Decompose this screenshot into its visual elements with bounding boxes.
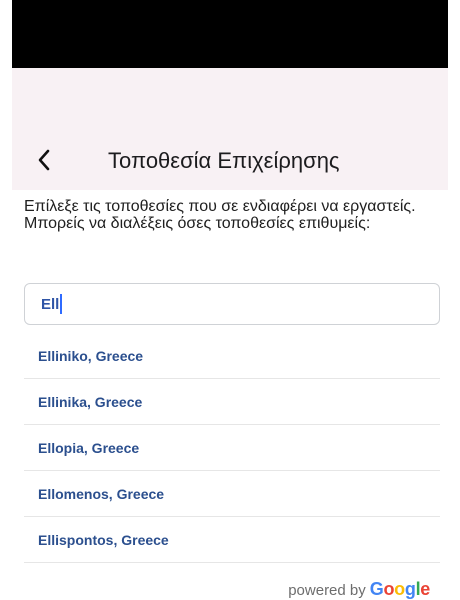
back-button[interactable] [30,146,58,174]
google-logo-letter: o [383,579,395,599]
instructions-text: Επίλεξε τις τοποθεσίες που σε ενδιαφέρει… [24,198,416,232]
google-logo: Google [369,579,431,600]
text-caret [60,294,63,314]
location-search-input[interactable]: Ell [24,283,440,325]
search-input-value: Ell [41,295,60,313]
google-logo-letter: o [394,579,405,599]
powered-by-google: powered by Google [288,579,430,600]
suggestion-item[interactable]: Ellopia, Greece [24,425,440,471]
google-logo-letter: e [420,579,430,599]
suggestion-item[interactable]: Ellispontos, Greece [24,517,440,563]
chevron-left-icon [38,149,50,171]
page-title: Τοποθεσία Επιχείρησης [108,148,340,173]
suggestion-item[interactable]: Elliniko, Greece [24,333,440,379]
powered-by-label: powered by [288,582,366,599]
google-logo-letter: G [369,579,384,599]
suggestion-item[interactable]: Ellinika, Greece [24,379,440,425]
google-logo-letter: g [404,579,416,599]
status-bar [12,0,448,68]
suggestion-item[interactable]: Ellomenos, Greece [24,471,440,517]
suggestions-list: Elliniko, Greece Ellinika, Greece Ellopia,… [24,333,440,563]
